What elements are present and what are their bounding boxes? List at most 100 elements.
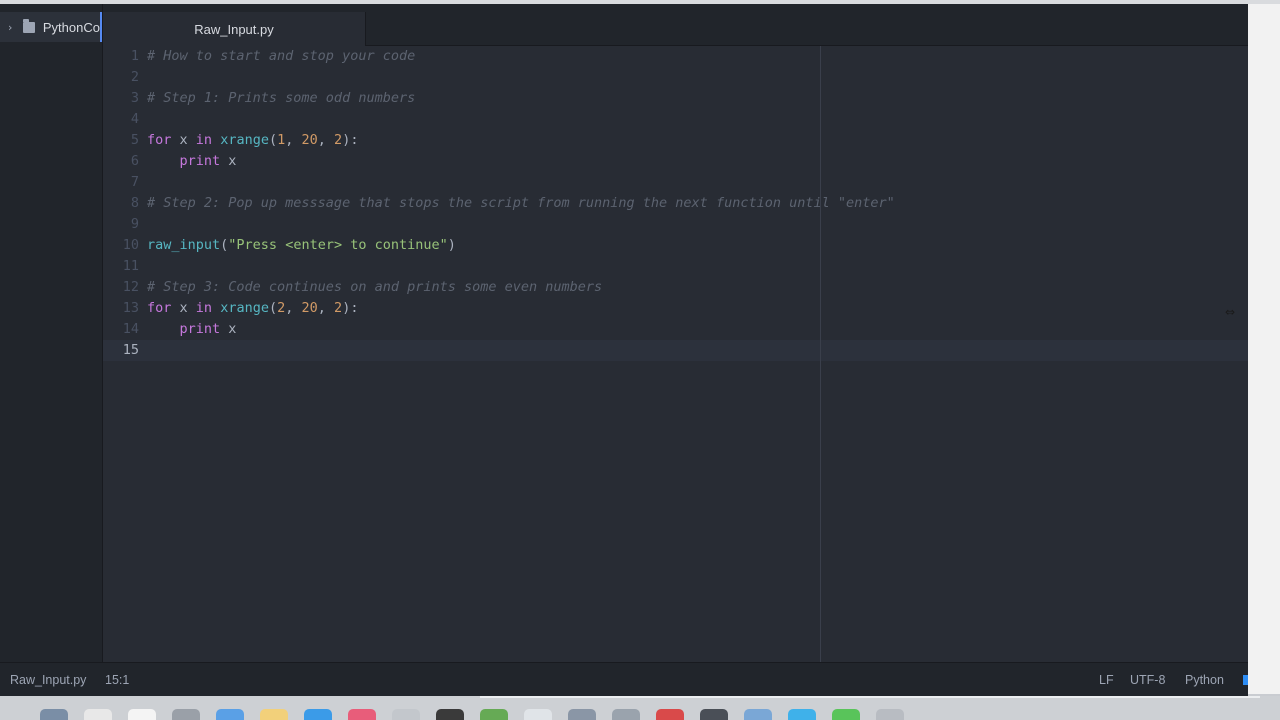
code-token: ( xyxy=(268,132,278,148)
code-token: for xyxy=(147,132,172,148)
reminders-icon[interactable] xyxy=(392,709,420,720)
safari-icon[interactable] xyxy=(84,709,112,720)
terminal-icon[interactable] xyxy=(436,709,464,720)
messages-icon[interactable] xyxy=(788,709,816,720)
line-number[interactable]: 4 xyxy=(103,109,139,130)
preview-icon[interactable] xyxy=(568,709,596,720)
line-number[interactable]: 5 xyxy=(103,130,139,151)
finder-icon[interactable] xyxy=(40,709,68,720)
code-token: for xyxy=(147,300,172,316)
line-number[interactable]: 2 xyxy=(103,67,139,88)
status-line-ending[interactable]: LF xyxy=(1099,673,1114,687)
code-token: , xyxy=(317,300,335,316)
code-token: 20 xyxy=(301,132,318,148)
line-number[interactable]: 12 xyxy=(103,277,139,298)
line-number[interactable]: 8 xyxy=(103,193,139,214)
notes-icon[interactable] xyxy=(260,709,288,720)
line-number[interactable]: 3 xyxy=(103,88,139,109)
line-number[interactable]: 11 xyxy=(103,256,139,277)
atom-editor-window: › PythonCo Raw_Input.py 1 2 3 4 5 6 7 8 9 10 11 12 1… xyxy=(0,4,1248,696)
photos-icon[interactable] xyxy=(172,709,200,720)
code-token: in xyxy=(195,132,213,148)
code-token: print xyxy=(179,153,221,169)
line-number[interactable]: 14 xyxy=(103,319,139,340)
code-line[interactable] xyxy=(147,109,1247,130)
status-grammar[interactable]: Python xyxy=(1185,673,1224,687)
code-token: , xyxy=(285,132,302,148)
line-number[interactable]: 7 xyxy=(103,172,139,193)
line-number[interactable]: 10 xyxy=(103,235,139,256)
status-encoding[interactable]: UTF-8 xyxy=(1130,673,1165,687)
chrome-icon[interactable] xyxy=(524,709,552,720)
app-store-icon[interactable] xyxy=(304,709,332,720)
code-editor[interactable]: 1 2 3 4 5 6 7 8 9 10 11 12 13 14 15 # How to start and… xyxy=(103,46,1248,662)
dock-shelf xyxy=(480,696,1260,698)
status-file-name[interactable]: Raw_Input.py xyxy=(10,673,86,687)
code-lines[interactable]: # How to start and stop your code # Step … xyxy=(147,46,1247,361)
line-number[interactable]: 13 xyxy=(103,298,139,319)
code-token: raw_input xyxy=(147,237,221,253)
code-token: x xyxy=(171,300,196,316)
line-number[interactable]: 15 xyxy=(103,340,139,361)
status-cursor-position[interactable]: 15:1 xyxy=(105,673,129,687)
code-token: ): xyxy=(342,132,359,148)
code-line[interactable]: print x xyxy=(147,319,1247,340)
code-token: "Press <enter> to continue" xyxy=(228,237,448,253)
code-line[interactable] xyxy=(147,256,1247,277)
code-line[interactable]: # How to start and stop your code xyxy=(147,46,1247,67)
code-token: , xyxy=(317,132,335,148)
code-line[interactable]: # Step 2: Pop up messsage that stops the… xyxy=(147,193,1247,214)
tree-view: › PythonCo xyxy=(0,4,103,662)
folder-icon[interactable] xyxy=(744,709,772,720)
code-token: ): xyxy=(342,300,359,316)
facetime-icon[interactable] xyxy=(832,709,860,720)
code-token: x xyxy=(220,153,237,169)
trash-icon[interactable] xyxy=(876,709,904,720)
code-line[interactable]: for x in xrange(2, 20, 2): xyxy=(147,298,1247,319)
project-name: PythonCo xyxy=(42,19,100,35)
code-token: # Step 2: Pop up messsage that stops the… xyxy=(147,195,895,211)
code-line[interactable] xyxy=(147,172,1247,193)
mail-icon[interactable] xyxy=(216,709,244,720)
calendar-icon[interactable] xyxy=(128,709,156,720)
screen-icon[interactable] xyxy=(700,709,728,720)
code-line[interactable]: print x xyxy=(147,151,1247,172)
code-token: x xyxy=(220,321,237,337)
tree-project-root[interactable]: › PythonCo xyxy=(0,12,102,42)
record-icon[interactable] xyxy=(656,709,684,720)
code-token: 20 xyxy=(301,300,318,316)
settings-icon[interactable] xyxy=(612,709,640,720)
code-line[interactable]: for x in xrange(1, 20, 2): xyxy=(147,130,1247,151)
resize-horizontal-icon: ⇔ xyxy=(1225,305,1236,319)
code-line[interactable] xyxy=(147,67,1247,88)
code-token: xrange xyxy=(220,300,269,316)
code-line[interactable]: # Step 3: Code continues on and prints s… xyxy=(147,277,1247,298)
code-token: # Step 3: Code continues on and prints s… xyxy=(147,279,603,295)
line-number[interactable]: 9 xyxy=(103,214,139,235)
code-line[interactable] xyxy=(147,214,1247,235)
code-line[interactable]: # Step 1: Prints some odd numbers xyxy=(147,88,1247,109)
atom-icon[interactable] xyxy=(480,709,508,720)
line-number[interactable]: 6 xyxy=(103,151,139,172)
code-token: , xyxy=(285,300,302,316)
line-number[interactable]: 1 xyxy=(103,46,139,67)
code-line[interactable] xyxy=(147,340,1247,361)
code-token: x xyxy=(171,132,196,148)
line-number-gutter[interactable]: 1 2 3 4 5 6 7 8 9 10 11 12 13 14 15 xyxy=(103,46,139,361)
tab-label: Raw_Input.py xyxy=(194,21,274,37)
tab-raw-input[interactable]: Raw_Input.py xyxy=(103,12,366,46)
code-token: xrange xyxy=(220,132,269,148)
chevron-right-icon[interactable]: › xyxy=(8,21,17,34)
code-token: in xyxy=(195,300,213,316)
folder-icon xyxy=(22,18,35,33)
code-line[interactable]: raw_input("Press <enter> to continue") xyxy=(147,235,1247,256)
macos-dock xyxy=(0,696,1280,720)
code-token: # How to start and stop your code xyxy=(147,48,416,64)
code-token: ) xyxy=(447,237,456,253)
code-token: # Step 1: Prints some odd numbers xyxy=(147,90,416,106)
music-icon[interactable] xyxy=(348,709,376,720)
